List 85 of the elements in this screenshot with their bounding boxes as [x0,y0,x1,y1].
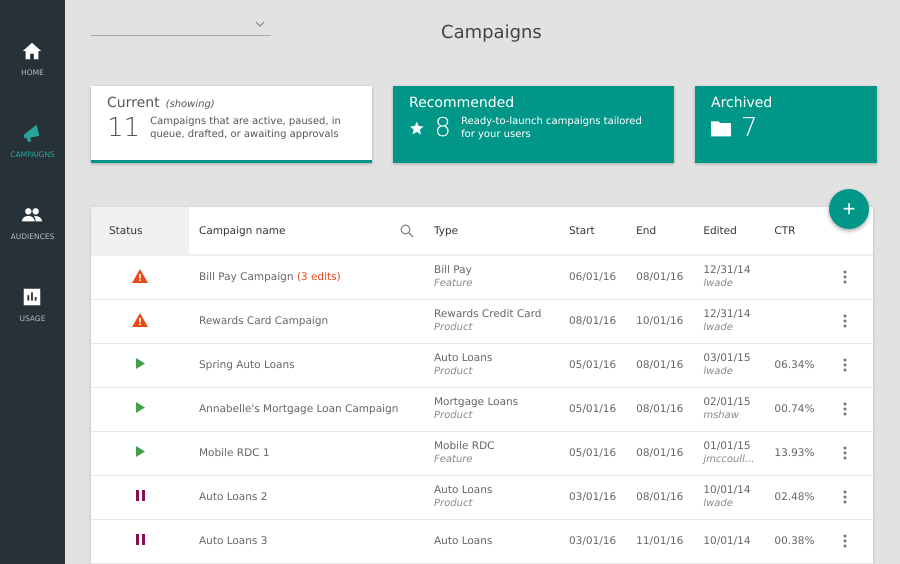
campaign-name[interactable]: Rewards Card Campaign [199,315,328,327]
editor-name: mshaw [703,409,740,422]
edited-date: 10/01/14 [703,484,752,497]
end-date: 08/01/16 [636,447,684,459]
campaign-name[interactable]: Spring Auto Loans [199,359,295,371]
page-title: Campaigns [441,22,542,43]
editor-name: lwade [703,321,734,334]
card-description: Ready-to-launch campaigns tailored for your users [461,115,643,141]
start-date: 05/01/16 [569,447,616,459]
subtype-text: Product [434,321,474,334]
bar-chart-icon [21,286,44,308]
start-date: 05/01/16 [569,403,616,415]
campaign-name[interactable]: Auto Loans 2 [199,491,268,503]
editor-name: lwade [703,497,734,510]
card-title: Recommended [409,95,514,111]
column-header[interactable]: CTR [774,224,796,236]
type-text: Auto Loans [434,352,494,365]
edited-date: 10/01/14 [703,534,752,548]
end-date: 08/01/16 [636,271,684,284]
play-icon [136,402,144,413]
card-note: (showing) [166,99,215,110]
type-text: Rewards Credit Card [434,308,542,321]
edited-date: 12/31/14 [703,308,752,321]
subtype-text: Feature [434,453,474,466]
warning-icon [132,268,148,283]
edited-date: 03/01/15 [703,352,752,365]
column-header[interactable]: Type [434,224,458,236]
column-header[interactable]: End [636,224,656,236]
pause-icon [136,534,144,545]
search-icon[interactable] [400,224,414,238]
ctr-value: 00.38% [774,535,814,547]
column-header[interactable]: Campaign name [199,224,286,236]
card-title: Current [107,95,160,111]
campaign-name[interactable]: Auto Loans 3 [199,535,268,547]
ctr-value: 13.93% [774,447,814,459]
home-icon [21,40,44,62]
pause-icon [136,490,144,501]
subtype-text: Product [434,409,474,422]
start-date: 03/01/16 [569,535,616,547]
editor-name: jmccoull... [703,453,754,466]
campaign-name[interactable]: Annabelle's Mortgage Loan Campaign [199,403,398,415]
campaign-name[interactable]: Bill Pay Campaign (3 edits) [199,271,341,284]
type-text: Bill Pay [434,264,473,278]
subtype-text: Product [434,497,474,510]
editor-name: lwade [703,277,734,290]
type-text: Mobile RDC [434,440,496,453]
card-count: 7 [741,113,758,143]
end-date: 10/01/16 [636,315,684,327]
card-count: 11 [107,113,140,143]
type-text: Auto Loans [434,484,494,497]
start-date: 05/01/16 [569,359,616,371]
type-text: Mortgage Loans [434,396,520,409]
start-date: 08/01/16 [569,315,616,327]
folder-icon [711,119,731,137]
column-header[interactable]: Start [569,224,595,236]
end-date: 08/01/16 [636,403,684,415]
campaign-name[interactable]: Mobile RDC 1 [199,447,270,459]
ctr-value: 00.74% [774,403,814,415]
play-icon [136,446,144,457]
chevron-down-icon [255,20,265,26]
summary-card[interactable]: Current (showing) 11 Campaigns that are active, paused, in queue, drafted, or awaiting approvals [91,86,372,163]
edited-date: 02/01/15 [703,396,752,409]
ctr-value: 02.48% [774,491,814,503]
start-date: 03/01/16 [569,491,616,503]
play-icon [136,358,144,369]
card-title: Archived [711,95,772,111]
end-date: 08/01/16 [636,491,684,503]
subtype-text: Feature [434,277,474,290]
column-header[interactable]: Edited [703,224,737,236]
card-description: Campaigns that are active, paused, in queue, drafted, or awaiting approvals [150,115,342,141]
edited-date: 12/31/14 [703,264,752,278]
summary-card[interactable]: Archived 7 [695,86,877,163]
add-button[interactable]: + [829,189,869,229]
card-count: 8 [434,113,452,143]
edited-date: 01/01/15 [703,440,752,453]
editor-name: lwade [703,365,734,378]
start-date: 06/01/16 [569,271,616,284]
end-date: 08/01/16 [636,359,684,371]
ctr-value: 06.34% [774,359,814,371]
summary-card[interactable]: Recommended 8 Ready-to-launch campaigns tailored for your users [393,86,674,163]
warning-icon [132,312,148,326]
end-date: 11/01/16 [636,535,684,547]
column-header[interactable]: Status [109,224,142,236]
subtype-text: Product [434,365,474,378]
type-text: Auto Loans [434,534,494,548]
